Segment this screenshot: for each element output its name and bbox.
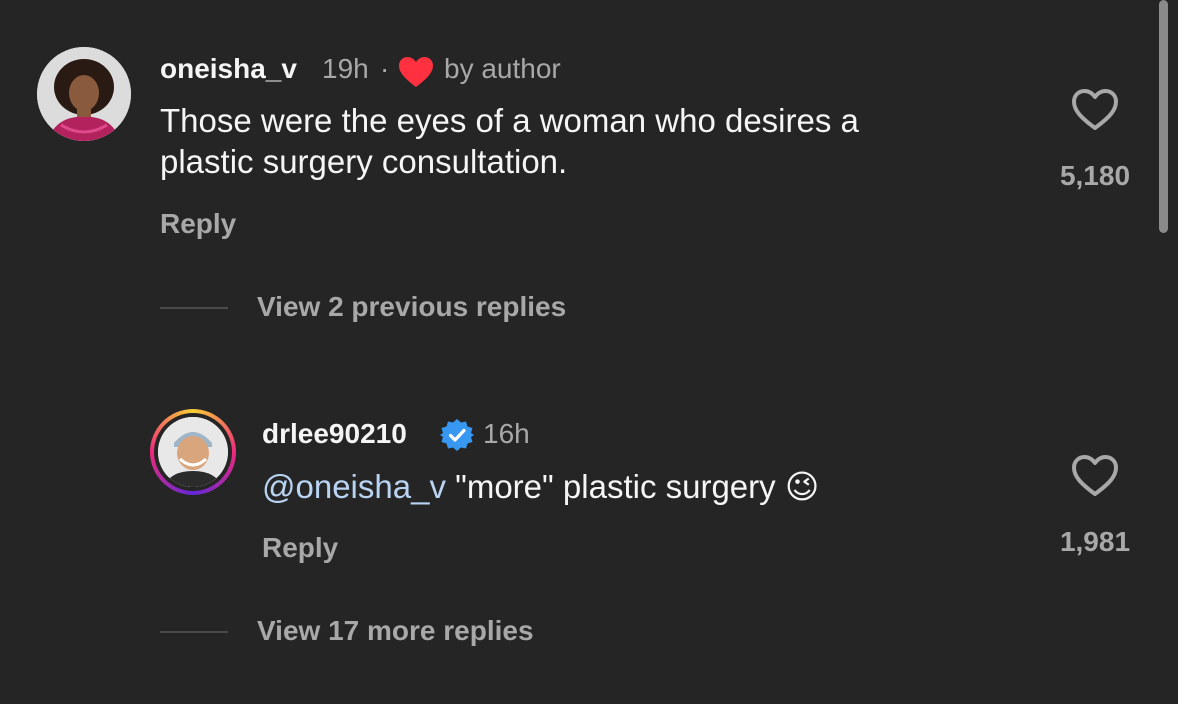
- verified-badge-icon: [440, 419, 474, 451]
- reply-text-body: "more" plastic surgery: [445, 468, 785, 505]
- liked-by-author-label: by author: [444, 53, 561, 84]
- comment-text-line1: Those were the eyes of a woman who desir…: [160, 102, 859, 139]
- avatar-oneisha[interactable]: [37, 47, 131, 141]
- like-count: 1,981: [1059, 526, 1131, 557]
- like-count: 5,180: [1059, 160, 1131, 191]
- comment-username[interactable]: oneisha_v: [160, 53, 297, 85]
- view-replies-divider: [160, 307, 228, 309]
- mention-link[interactable]: @oneisha_v: [262, 468, 446, 505]
- heart-filled-icon: [399, 57, 433, 87]
- heart-outline-icon[interactable]: [1071, 454, 1119, 498]
- reply-time: 16h: [483, 418, 530, 449]
- reply-username[interactable]: drlee90210: [262, 418, 407, 450]
- avatar-drlee: [158, 417, 228, 487]
- reply-button[interactable]: Reply: [262, 532, 338, 564]
- comment-time: 19h: [322, 53, 369, 84]
- avatar-image: [37, 47, 131, 141]
- comment-text-line2: plastic surgery consultation.: [160, 143, 568, 180]
- wink-emoji: 😉: [784, 468, 820, 505]
- scrollbar-thumb[interactable]: [1159, 0, 1168, 233]
- view-replies-divider: [160, 631, 228, 633]
- view-previous-replies-button[interactable]: View 2 previous replies: [257, 291, 566, 323]
- view-more-replies-button[interactable]: View 17 more replies: [257, 615, 534, 647]
- meta-separator: ·: [380, 53, 390, 84]
- avatar-image: [158, 417, 228, 487]
- heart-outline-icon[interactable]: [1071, 88, 1119, 132]
- avatar-drlee-story-ring[interactable]: [150, 409, 236, 495]
- reply-button[interactable]: Reply: [160, 208, 236, 240]
- reply-text: @oneisha_v "more" plastic surgery 😉: [262, 466, 819, 507]
